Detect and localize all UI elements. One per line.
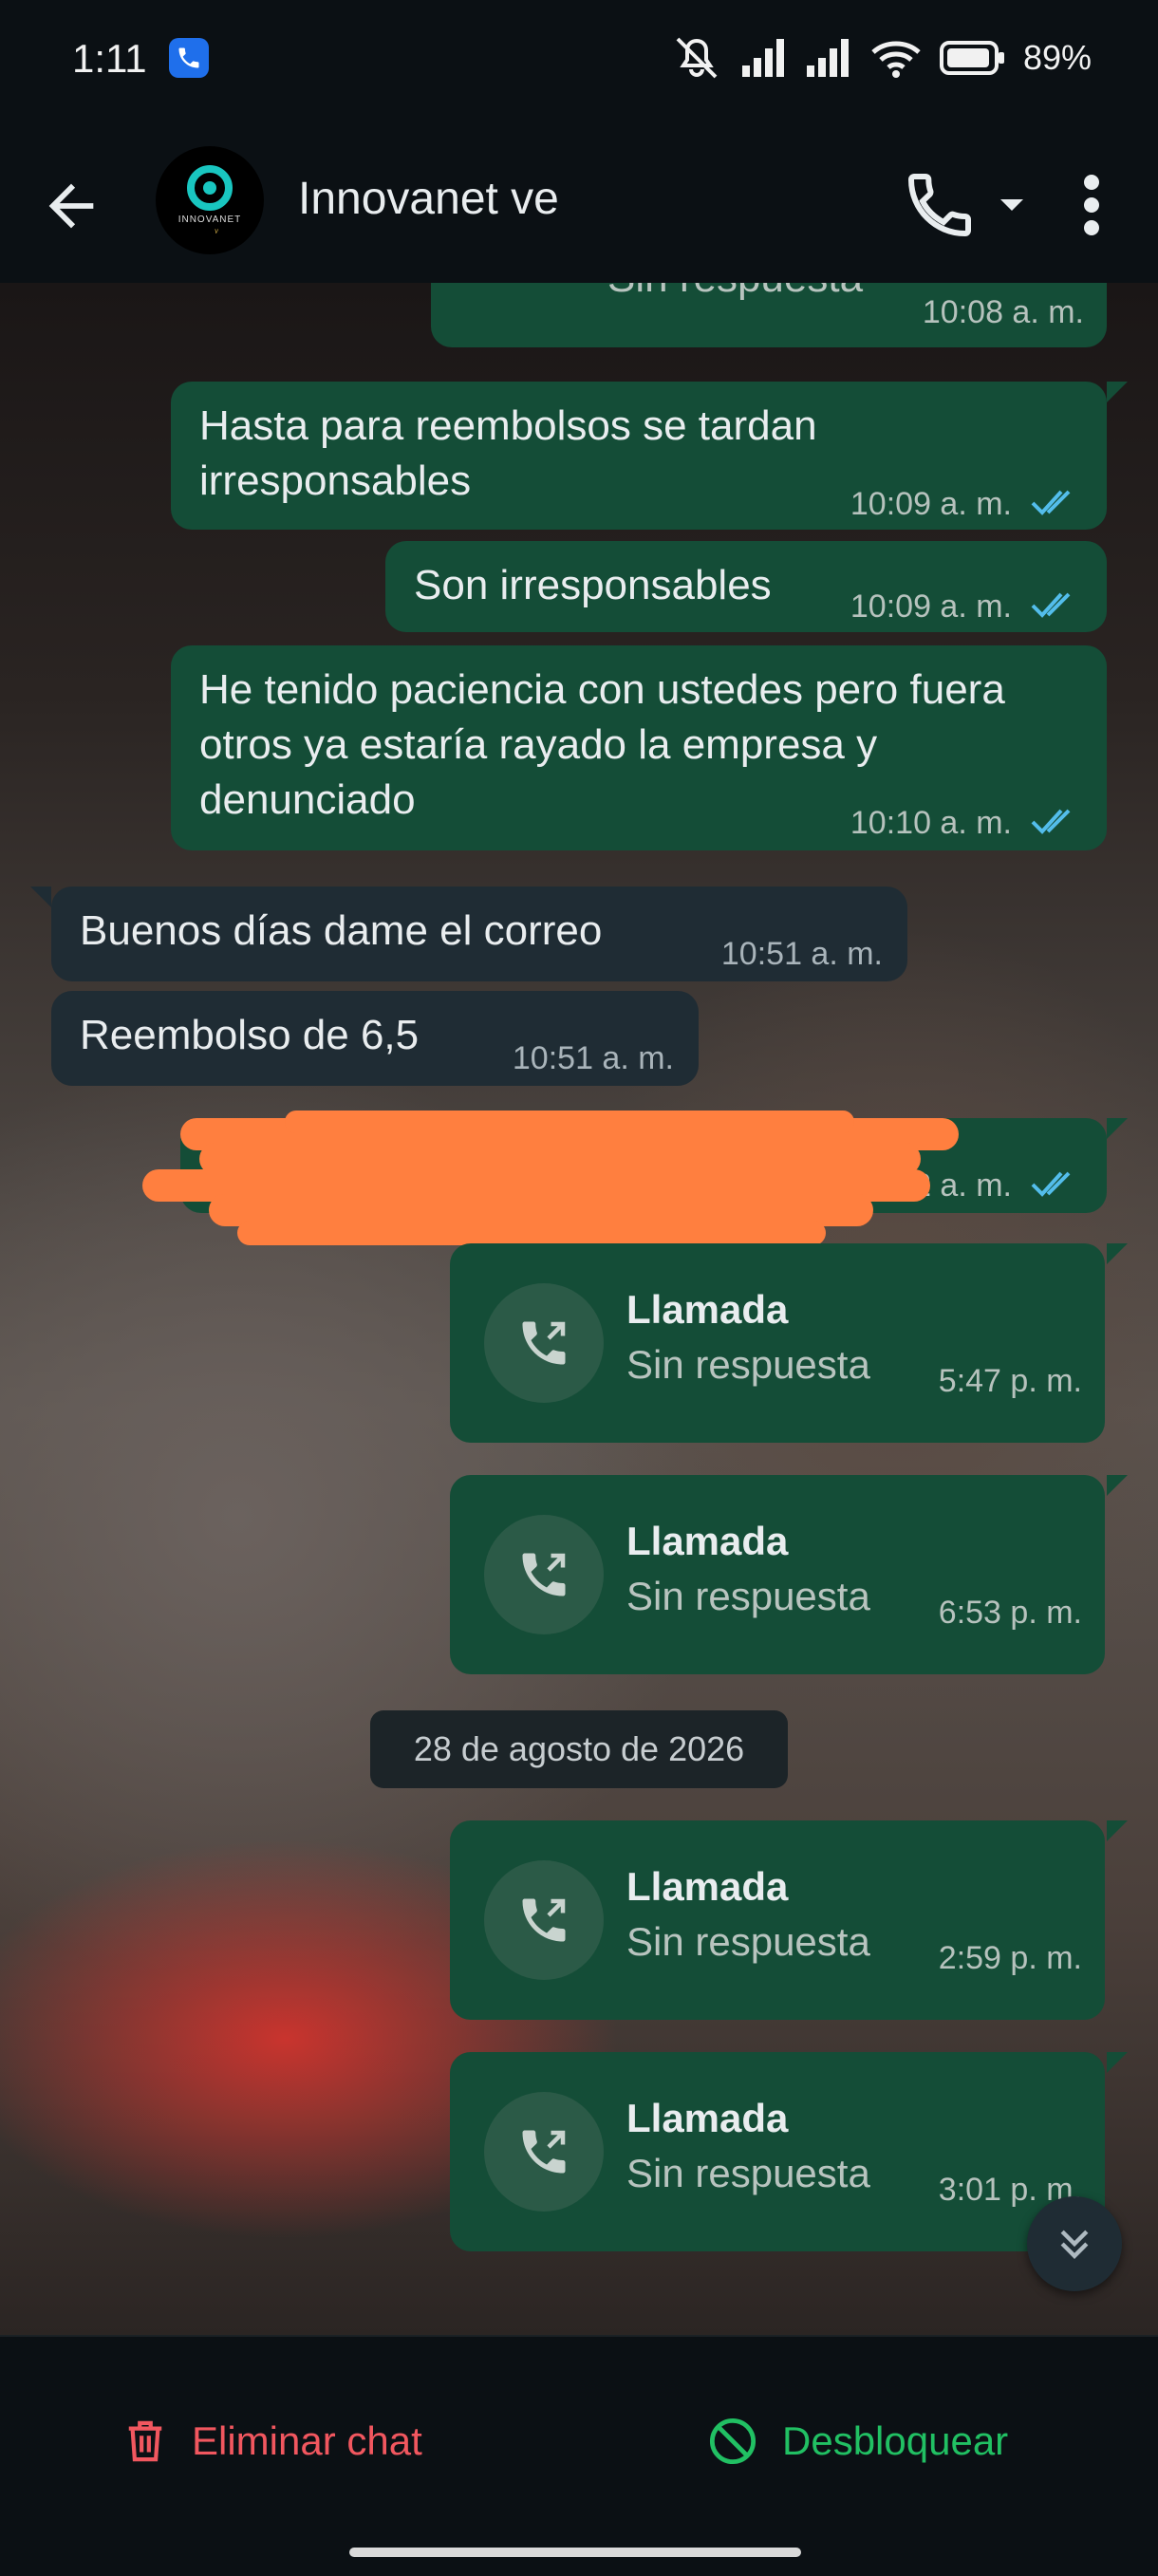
date-separator: 28 de agosto de 2026 <box>370 1710 788 1788</box>
read-receipt-icon <box>1031 490 1071 515</box>
message-time: 10:08 a. m. <box>922 294 1084 330</box>
unblock-label: Desbloquear <box>782 2418 1009 2463</box>
blocked-contact-actions: Eliminar chat Desbloquear <box>0 2335 1158 2576</box>
phone-icon <box>907 174 971 237</box>
signal-icon-2 <box>806 39 849 77</box>
status-time: 1:11 <box>72 36 147 81</box>
call-title: Llamada <box>626 1864 789 1909</box>
bubble-tail <box>30 887 51 907</box>
call-time: 6:53 p. m. <box>938 1595 1082 1631</box>
delete-chat-button[interactable]: Eliminar chat <box>123 2403 422 2479</box>
arrow-back-icon <box>48 183 94 229</box>
call-title: Llamada <box>626 2096 789 2140</box>
message-time: 10:51 a. m. <box>720 936 883 972</box>
message-time: 10:09 a. m. <box>850 486 1012 522</box>
call-title: Llamada <box>626 1519 789 1563</box>
message-text: Buenos días dame el correo <box>80 907 603 954</box>
message-text: Sin respuesta <box>607 283 863 306</box>
read-receipt-icon <box>1031 1171 1071 1197</box>
trash-icon <box>128 2420 162 2462</box>
message-text: Son irresponsables <box>414 562 772 608</box>
bubble-tail <box>1107 1820 1128 1841</box>
bubble-tail <box>1107 2052 1128 2073</box>
message-bubble-in[interactable]: Reembolso de 6,5 10:51 a. m. <box>51 991 699 1086</box>
bubble-tail <box>1107 1118 1128 1139</box>
missed-call-icon-circle <box>484 1283 604 1403</box>
scroll-to-bottom-button[interactable] <box>1027 2196 1122 2291</box>
message-text: Reembolso de 6,5 <box>80 1012 420 1058</box>
mute-icon <box>676 37 718 79</box>
message-time: 10:51 a. m. <box>512 1040 674 1076</box>
message-time: 10:10 a. m. <box>850 805 1012 841</box>
caret-down-icon <box>1000 199 1023 211</box>
contact-name[interactable]: Innovanet ve <box>298 173 559 225</box>
bubble-tail <box>1107 1243 1128 1264</box>
chat-area[interactable]: Sin respuesta 10:08 a. m. Hasta para ree… <box>0 283 1158 2335</box>
message-bubble-out[interactable]: He tenido paciencia con ustedes pero fue… <box>171 645 1107 850</box>
call-status: Sin respuesta <box>626 1919 870 1964</box>
read-receipt-icon <box>1031 592 1071 618</box>
svg-text:v: v <box>215 226 218 235</box>
bubble-tail <box>1107 382 1128 402</box>
chat-header: INNOVANET v Innovanet ve <box>0 123 1158 283</box>
avatar[interactable]: INNOVANET v <box>156 146 264 254</box>
call-log-card[interactable]: Llamada Sin respuesta 6:53 p. m. <box>450 1475 1105 1674</box>
delete-chat-label: Eliminar chat <box>192 2418 422 2463</box>
call-status: Sin respuesta <box>626 2151 870 2195</box>
call-time: 2:59 p. m. <box>938 1940 1082 1976</box>
more-options-button[interactable] <box>1073 167 1111 243</box>
phone-app-notification-icon <box>169 38 209 78</box>
message-bubble-out[interactable]: Sin respuesta 10:08 a. m. <box>431 283 1107 347</box>
message-text: Hasta para reembolsos se tardan irrespon… <box>199 402 817 504</box>
missed-call-icon-circle <box>484 2092 604 2212</box>
missed-call-icon-circle <box>484 1860 604 1980</box>
status-icons: 89% <box>670 34 1092 82</box>
battery-icon <box>939 41 1004 75</box>
outgoing-call-icon <box>522 2130 566 2174</box>
avatar-logo-text: INNOVANET <box>178 215 242 225</box>
call-log-card[interactable]: Llamada Sin respuesta 5:47 p. m. <box>450 1243 1105 1443</box>
message-bubble-in[interactable]: Buenos días dame el correo 10:51 a. m. <box>51 887 907 981</box>
message-text: He tenido paciencia con ustedes pero fue… <box>199 666 1005 823</box>
call-title: Llamada <box>626 1287 789 1332</box>
message-time: 10:09 a. m. <box>850 588 1012 625</box>
signal-icon <box>741 39 784 77</box>
unblock-button[interactable]: Desbloquear <box>708 2403 1008 2479</box>
double-chevron-down-icon <box>1060 2230 1089 2259</box>
outgoing-call-icon <box>522 1898 566 1942</box>
status-bar: 1:11 89% <box>0 0 1158 123</box>
outgoing-call-icon <box>522 1553 566 1596</box>
missed-call-icon-circle <box>484 1515 604 1634</box>
call-status: Sin respuesta <box>626 1342 870 1387</box>
call-options-dropdown[interactable] <box>993 186 1031 224</box>
message-bubble-out[interactable]: Son irresponsables 10:09 a. m. <box>385 541 1107 632</box>
read-receipt-icon <box>1031 809 1071 834</box>
call-status: Sin respuesta <box>626 1574 870 1618</box>
home-indicator[interactable] <box>349 2548 801 2557</box>
outgoing-call-icon <box>522 1321 566 1365</box>
voice-call-button[interactable] <box>902 167 978 243</box>
back-button[interactable] <box>38 173 104 239</box>
more-vert-icon <box>1084 175 1099 235</box>
message-bubble-out[interactable]: Hasta para reembolsos se tardan irrespon… <box>171 382 1107 530</box>
call-log-card[interactable]: Llamada Sin respuesta 3:01 p. m. <box>450 2052 1105 2251</box>
block-icon <box>709 2417 756 2465</box>
battery-percent: 89% <box>1022 38 1092 77</box>
wifi-icon <box>871 41 921 78</box>
bubble-tail <box>1107 1475 1128 1496</box>
call-log-card[interactable]: Llamada Sin respuesta 2:59 p. m. <box>450 1820 1105 2020</box>
call-time: 5:47 p. m. <box>938 1363 1082 1399</box>
